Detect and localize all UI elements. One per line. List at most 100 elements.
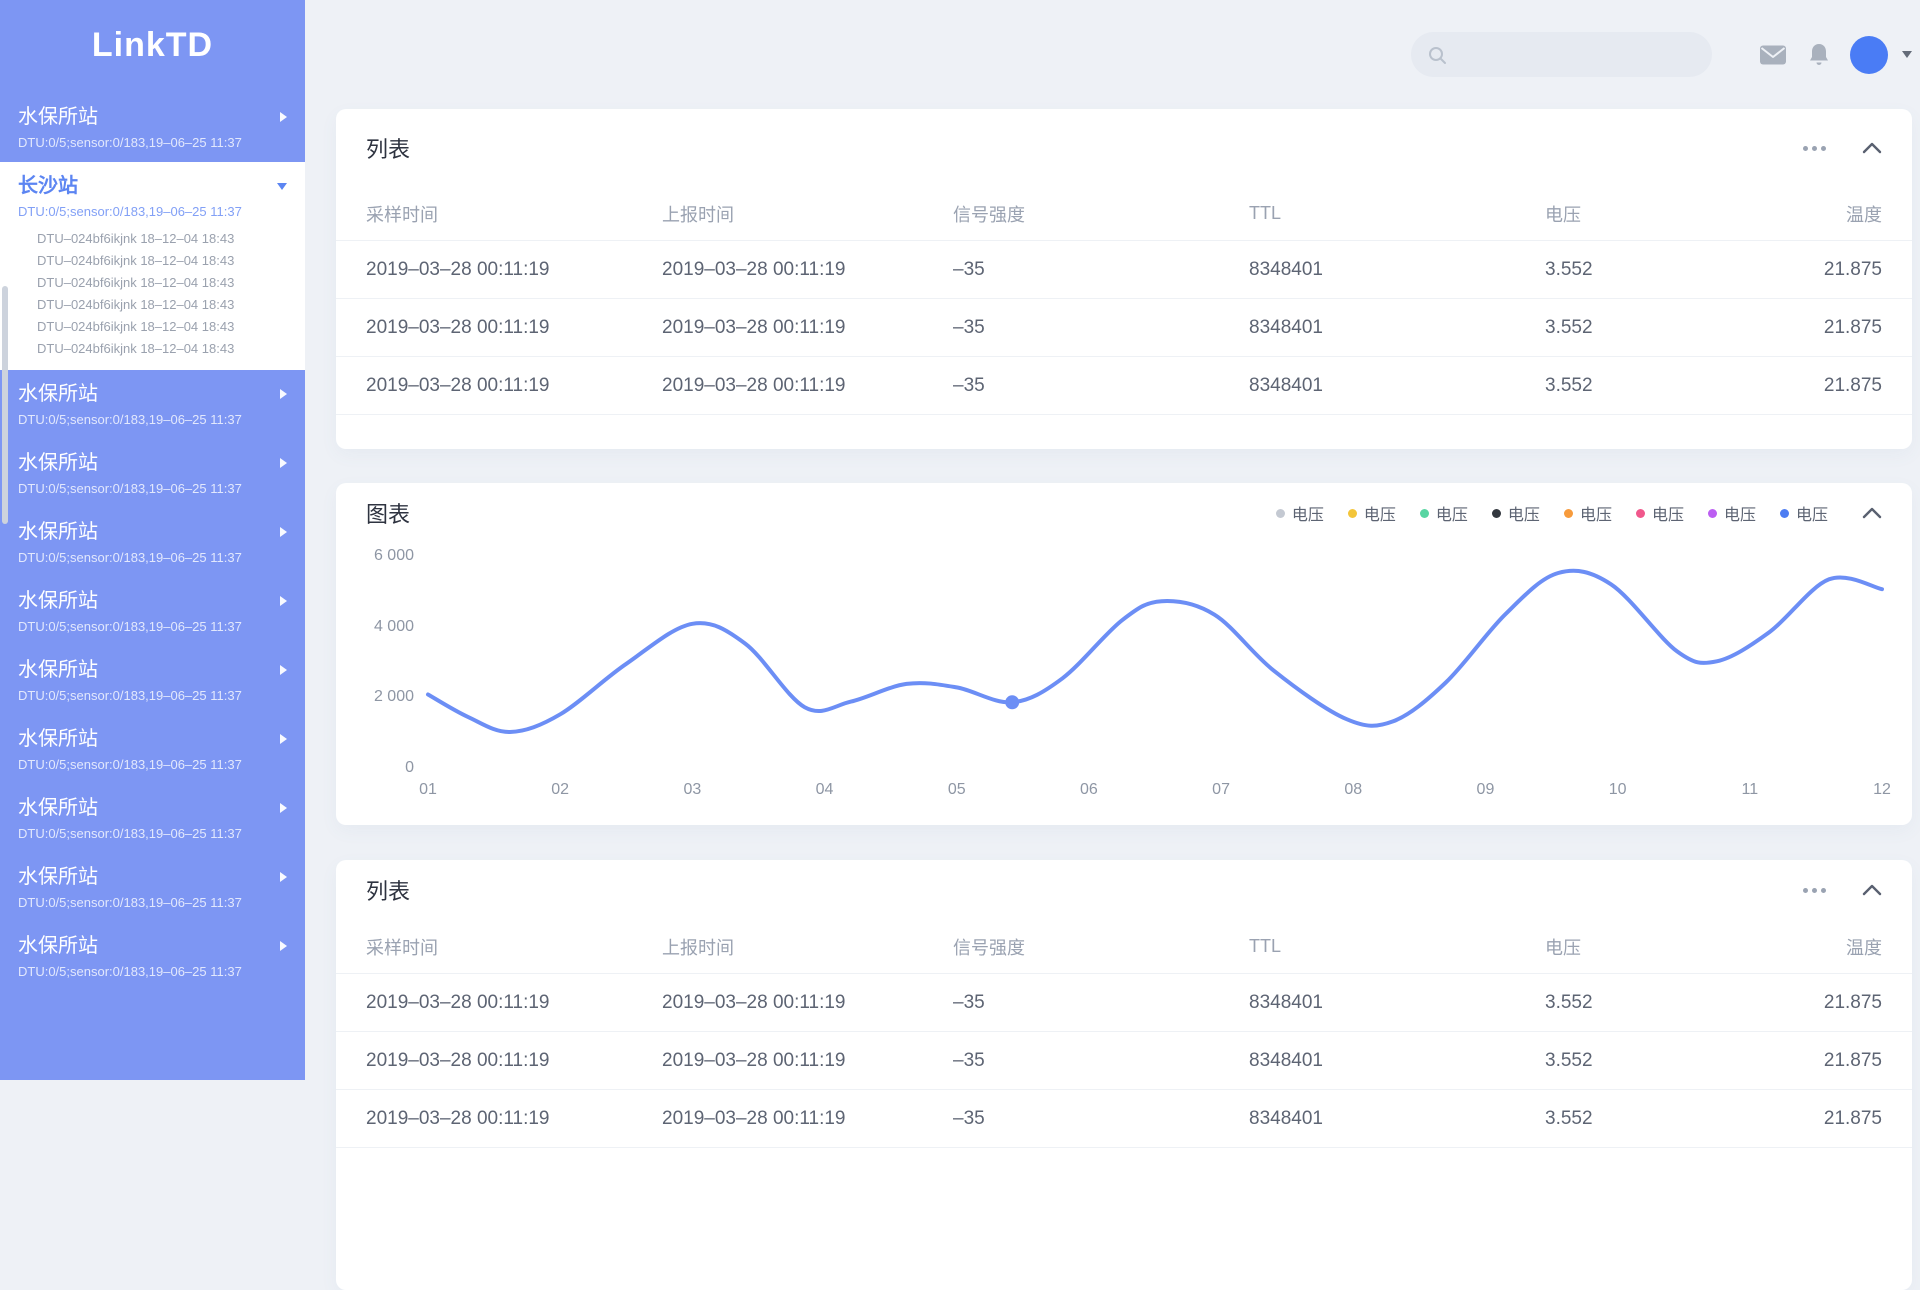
legend-label: 电压 [1364,501,1396,525]
x-tick-label: 03 [683,781,701,799]
legend-item[interactable]: 电压 [1420,501,1468,525]
sidebar-item[interactable]: 水保所站DTU:0/5;sensor:0/183,19–06–25 11:37 [0,439,305,508]
sidebar-item-expanded[interactable]: 长沙站DTU:0/5;sensor:0/183,19–06–25 11:37DT… [0,162,305,370]
chevron-up-icon [1862,142,1882,154]
station-subtitle: DTU:0/5;sensor:0/183,19–06–25 11:37 [18,757,287,773]
y-axis-labels: 6 0004 0002 0000 [366,556,414,768]
series-marker[interactable] [1005,695,1019,709]
legend-dot-icon [1276,509,1285,518]
station-title: 水保所站 [18,104,98,130]
chevron-right-icon [280,665,287,675]
x-tick-label: 05 [948,781,966,799]
user-menu-button[interactable] [1902,51,1912,58]
sidebar-item[interactable]: 水保所站DTU:0/5;sensor:0/183,19–06–25 11:37 [0,577,305,646]
sidebar-item-list: 水保所站 DTU:0/5;sensor:0/183,19–06–25 11:37 长… [0,93,305,991]
chevron-up-icon [1862,884,1882,896]
collapse-button[interactable] [1862,884,1882,896]
x-tick-label: 06 [1080,781,1098,799]
chevron-right-icon [280,803,287,813]
legend-item[interactable]: 电压 [1348,501,1396,525]
card-title: 列表 [366,874,410,906]
station-title: 水保所站 [18,450,98,476]
table-cell: –35 [953,259,1249,281]
legend-item[interactable]: 电压 [1564,501,1612,525]
sidebar-item[interactable]: 水保所站DTU:0/5;sensor:0/183,19–06–25 11:37 [0,646,305,715]
sidebar-item[interactable]: 水保所站DTU:0/5;sensor:0/183,19–06–25 11:37 [0,715,305,784]
table-header-cell: 信号强度 [953,201,1249,227]
notifications-button[interactable] [1807,42,1831,68]
sidebar-item[interactable]: 水保所站 DTU:0/5;sensor:0/183,19–06–25 11:37 [0,93,305,162]
series-line [428,571,1882,732]
table-cell: 21.875 [1765,375,1882,397]
sidebar-item[interactable]: 水保所站DTU:0/5;sensor:0/183,19–06–25 11:37 [0,922,305,991]
table-cell: 3.552 [1545,259,1765,281]
sensor-item[interactable]: DTU–024bf6ikjnk 18–12–04 18:43 [37,250,287,272]
more-options-button[interactable] [1803,146,1826,151]
table-cell: –35 [953,1108,1249,1130]
collapse-button[interactable] [1862,142,1882,154]
legend-item[interactable]: 电压 [1708,501,1756,525]
sidebar-item[interactable]: 水保所站DTU:0/5;sensor:0/183,19–06–25 11:37 [0,853,305,922]
table-row[interactable]: 2019–03–28 00:11:192019–03–28 00:11:19–3… [336,1090,1912,1148]
table-cell: –35 [953,1050,1249,1072]
legend-dot-icon [1636,509,1645,518]
sidebar-scrollbar[interactable] [2,286,8,524]
chevron-right-icon [280,389,287,399]
table-row[interactable]: 2019–03–28 00:11:192019–03–28 00:11:19–3… [336,974,1912,1032]
table-cell: 2019–03–28 00:11:19 [366,375,662,397]
table-cell: 2019–03–28 00:11:19 [366,1050,662,1072]
table-cell: 8348401 [1249,1108,1545,1130]
chart-plot [428,556,1882,768]
legend-dot-icon [1420,509,1429,518]
sensor-item[interactable]: DTU–024bf6ikjnk 18–12–04 18:43 [37,338,287,360]
legend-item[interactable]: 电压 [1492,501,1540,525]
chevron-right-icon [280,596,287,606]
sensor-item[interactable]: DTU–024bf6ikjnk 18–12–04 18:43 [37,316,287,338]
x-tick-label: 01 [419,781,437,799]
table-header-cell: TTL [1249,936,1545,957]
list-card-top: 列表 采样时间上报时间信号强度TTL电压温度2019–03–28 00:11:1… [336,109,1912,449]
table-row[interactable]: 2019–03–28 00:11:192019–03–28 00:11:19–3… [336,1032,1912,1090]
list-card-bottom: 列表 采样时间上报时间信号强度TTL电压温度2019–03–28 00:11:1… [336,860,1912,1290]
sidebar-item[interactable]: 水保所站DTU:0/5;sensor:0/183,19–06–25 11:37 [0,508,305,577]
table-cell: 3.552 [1545,1050,1765,1072]
sidebar-item[interactable]: 水保所站DTU:0/5;sensor:0/183,19–06–25 11:37 [0,784,305,853]
y-tick-label: 0 [405,760,414,776]
x-tick-label: 07 [1212,781,1230,799]
table-header-cell: 采样时间 [366,934,662,960]
ellipsis-icon [1803,146,1808,151]
main-content: 列表 采样时间上报时间信号强度TTL电压温度2019–03–28 00:11:1… [305,0,1920,1290]
table-header-cell: TTL [1249,203,1545,224]
station-title: 水保所站 [18,657,98,683]
sidebar-item[interactable]: 水保所站DTU:0/5;sensor:0/183,19–06–25 11:37 [0,370,305,439]
sensor-item[interactable]: DTU–024bf6ikjnk 18–12–04 18:43 [37,272,287,294]
legend-label: 电压 [1580,501,1612,525]
sensor-item[interactable]: DTU–024bf6ikjnk 18–12–04 18:43 [37,294,287,316]
y-tick-label: 4 000 [374,619,414,635]
mail-button[interactable] [1759,44,1787,66]
station-subtitle: DTU:0/5;sensor:0/183,19–06–25 11:37 [18,135,287,151]
table-cell: 21.875 [1765,1108,1882,1130]
table-row[interactable]: 2019–03–28 00:11:192019–03–28 00:11:19–3… [336,241,1912,299]
table-row[interactable]: 2019–03–28 00:11:192019–03–28 00:11:19–3… [336,299,1912,357]
collapse-button[interactable] [1862,507,1882,519]
search-box[interactable] [1411,32,1712,77]
app-logo: LinkTD [0,0,305,65]
table-cell: 2019–03–28 00:11:19 [662,1050,953,1072]
table-cell: –35 [953,317,1249,339]
table-row[interactable]: 2019–03–28 00:11:192019–03–28 00:11:19–3… [336,357,1912,415]
table-cell: 3.552 [1545,992,1765,1014]
legend-item[interactable]: 电压 [1780,501,1828,525]
card-title: 列表 [366,132,410,164]
legend-dot-icon [1564,509,1573,518]
legend-item[interactable]: 电压 [1636,501,1684,525]
station-subtitle: DTU:0/5;sensor:0/183,19–06–25 11:37 [18,412,287,428]
avatar[interactable] [1850,36,1888,74]
sensor-item[interactable]: DTU–024bf6ikjnk 18–12–04 18:43 [37,228,287,250]
search-input[interactable] [1457,45,1686,65]
station-subtitle: DTU:0/5;sensor:0/183,19–06–25 11:37 [18,964,287,980]
topbar [336,0,1912,77]
more-options-button[interactable] [1803,888,1826,893]
table-cell: 8348401 [1249,375,1545,397]
legend-item[interactable]: 电压 [1276,501,1324,525]
